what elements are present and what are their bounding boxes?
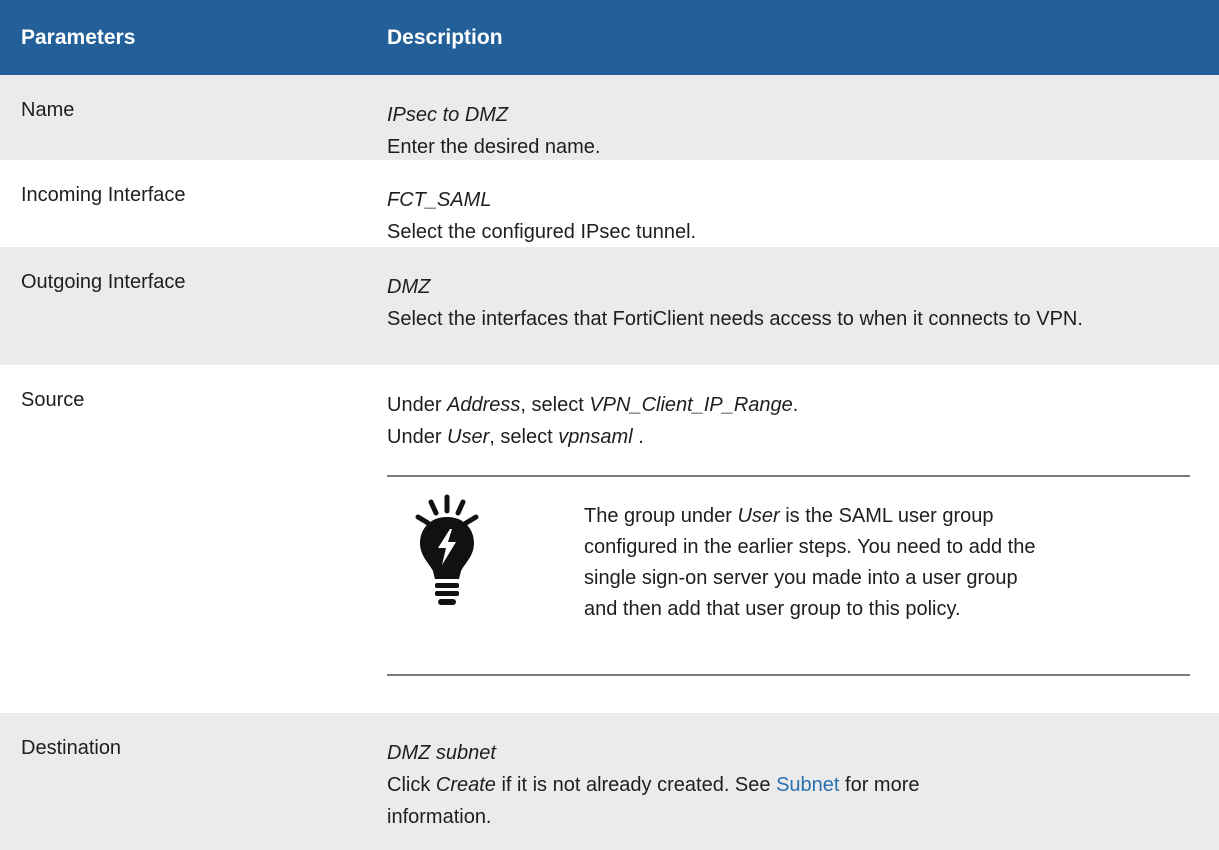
desc-source: Under Address, select VPN_Client_IP_Rang… (387, 389, 1187, 453)
header-description: Description (387, 26, 503, 49)
desc-text-outgoing: Select the interfaces that FortiClient n… (387, 308, 1083, 330)
value-name: IPsec to DMZ (387, 104, 509, 126)
desc-destination: DMZ subnet Click Create if it is not alr… (387, 737, 1187, 833)
value-incoming: FCT_SAML (387, 189, 492, 211)
lightbulb-icon (414, 493, 480, 619)
param-destination: Destination (21, 737, 122, 759)
subnet-link[interactable]: Subnet (776, 774, 839, 796)
desc-incoming: FCT_SAML Select the configured IPsec tun… (387, 184, 1187, 248)
table-row-name: Name IPsec to DMZ Enter the desired name… (0, 75, 1219, 160)
source-line-user: Under User, select vpnsaml . (387, 426, 644, 448)
note-text: The group under User is the SAML user gr… (584, 505, 1036, 620)
note-box: The group under User is the SAML user gr… (387, 475, 1190, 676)
value-outgoing: DMZ (387, 276, 431, 298)
table-row-source: Source Under Address, select VPN_Client_… (0, 365, 1219, 713)
table-row-destination: Destination DMZ subnet Click Create if i… (0, 713, 1219, 850)
header-parameters: Parameters (21, 26, 136, 49)
table-row-outgoing: Outgoing Interface DMZ Select the interf… (0, 247, 1219, 365)
desc-text-name: Enter the desired name. (387, 136, 601, 158)
desc-text-incoming: Select the configured IPsec tunnel. (387, 221, 697, 243)
table-header: Parameters Description (0, 0, 1219, 75)
table-row-incoming: Incoming Interface FCT_SAML Select the c… (0, 160, 1219, 247)
desc-outgoing: DMZ Select the interfaces that FortiClie… (387, 271, 1187, 335)
desc-text-destination: Click Create if it is not already create… (387, 774, 920, 828)
param-incoming: Incoming Interface (21, 184, 186, 206)
param-outgoing: Outgoing Interface (21, 271, 186, 293)
source-line-address: Under Address, select VPN_Client_IP_Rang… (387, 394, 799, 416)
parameters-table: Parameters Description Name IPsec to DMZ… (0, 0, 1219, 850)
value-destination: DMZ subnet (387, 742, 496, 764)
param-name: Name (21, 99, 75, 121)
desc-name: IPsec to DMZ Enter the desired name. (387, 99, 1187, 163)
param-source: Source (21, 389, 85, 411)
